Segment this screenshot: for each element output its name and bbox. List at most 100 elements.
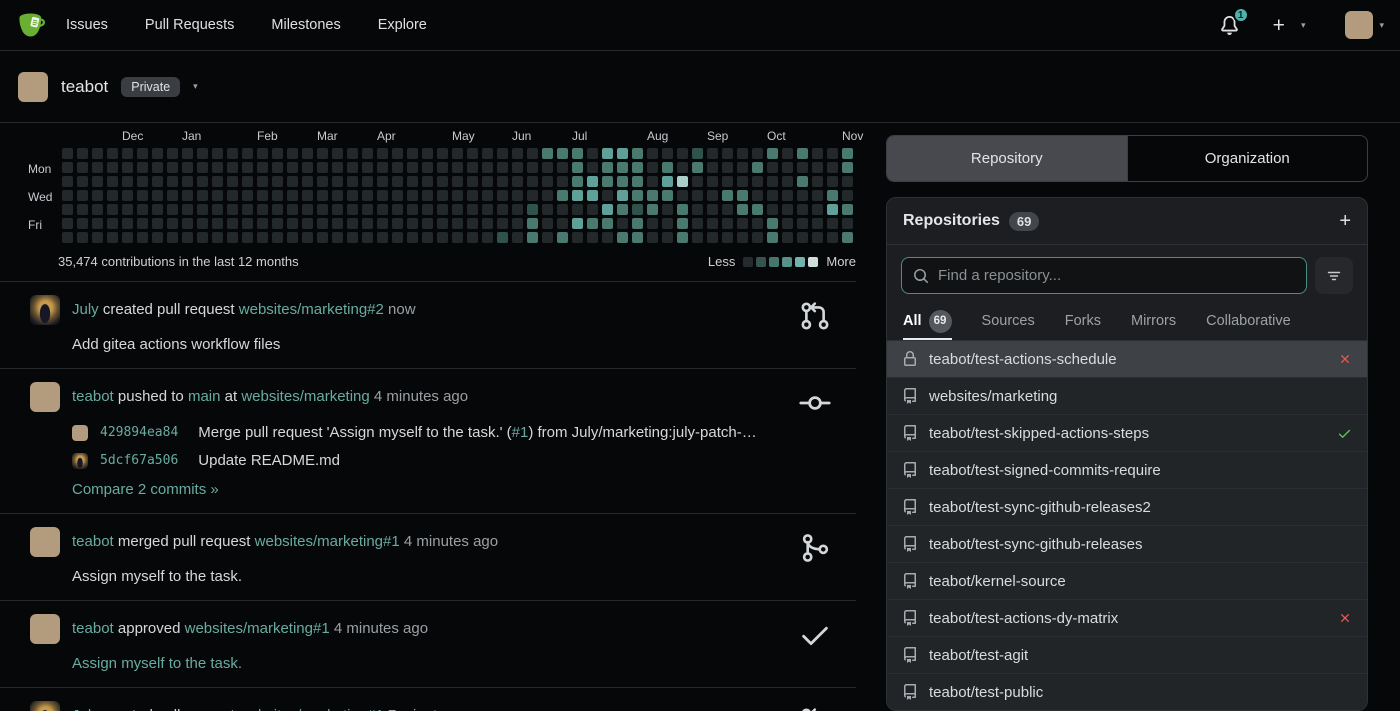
feed-link[interactable]: websites/marketing#1 [185, 620, 330, 637]
feed-link[interactable]: teabot [72, 620, 114, 637]
commit-status-success-icon[interactable] [1337, 426, 1352, 441]
heatmap-month-label: Sep [707, 129, 729, 143]
repo-row-teabot-test-actions-dy-matrix[interactable]: teabot/test-actions-dy-matrix [887, 599, 1367, 636]
repo-search-box [901, 257, 1307, 294]
repo-tab-label: Collaborative [1206, 313, 1291, 329]
repo-icon [902, 610, 918, 626]
heatmap-cell [392, 218, 403, 229]
heatmap-cell [302, 204, 313, 215]
feed-link[interactable]: teabot [72, 533, 114, 550]
commit-sha-link[interactable]: 5dcf67a506 [100, 453, 178, 468]
notification-count-badge: 1 [1232, 7, 1249, 23]
repo-row-websites-marketing[interactable]: websites/marketing [887, 377, 1367, 414]
notifications-button[interactable]: 1 [1217, 7, 1249, 38]
feed-title: teabot approved websites/marketing#1 4 m… [72, 619, 428, 639]
repo-tab-sources[interactable]: Sources [982, 304, 1035, 340]
heatmap-cell [137, 218, 148, 229]
view-tab-repository[interactable]: Repository [887, 136, 1127, 181]
repo-row-teabot-test-signed-commits-require[interactable]: teabot/test-signed-commits-require [887, 451, 1367, 488]
feed-link[interactable]: July [72, 301, 99, 318]
repo-row-teabot-kernel-source[interactable]: teabot/kernel-source [887, 562, 1367, 599]
repo-tab-collaborative[interactable]: Collaborative [1206, 304, 1291, 340]
add-repository-button[interactable]: + [1339, 211, 1351, 231]
heatmap-cell [797, 232, 808, 243]
heatmap-cell [122, 204, 133, 215]
user-menu-caret-icon[interactable]: ▾ [1379, 20, 1384, 30]
create-new-caret-icon[interactable]: ▾ [1301, 20, 1306, 30]
commit-message: Merge pull request 'Assign myself to the… [198, 424, 756, 441]
repo-row-teabot-test-actions-schedule[interactable]: teabot/test-actions-schedule [887, 340, 1367, 377]
heatmap-cell [587, 232, 598, 243]
commit-sha-link[interactable]: 429894ea84 [100, 425, 178, 440]
july-avatar[interactable] [72, 452, 88, 469]
heatmap-cell [212, 232, 223, 243]
repo-row-teabot-test-sync-github-releases2[interactable]: teabot/test-sync-github-releases2 [887, 488, 1367, 525]
teabot-avatar[interactable] [30, 527, 60, 557]
heatmap-month-label: Jan [182, 129, 202, 143]
feed-link[interactable]: #1 [512, 424, 529, 441]
heatmap-cell [677, 218, 688, 229]
feed-link[interactable]: websites/marketing#1 [239, 707, 384, 711]
heatmap-cell [692, 232, 703, 243]
user-avatar[interactable] [1345, 11, 1374, 39]
repo-tab-all[interactable]: All 69 [903, 304, 952, 340]
feed-link[interactable]: websites/marketing#1 [255, 533, 400, 550]
feed-link[interactable]: websites/marketing [241, 388, 369, 405]
view-tab-organization[interactable]: Organization [1126, 136, 1368, 181]
teabot-avatar[interactable] [30, 614, 60, 644]
teabot-avatar[interactable] [72, 424, 88, 441]
heatmap-cell [362, 176, 373, 187]
repositories-count-badge: 69 [1008, 211, 1040, 231]
repo-row-teabot-test-public[interactable]: teabot/test-public [887, 673, 1367, 710]
navbar-link-milestones[interactable]: Milestones [271, 17, 340, 33]
feed-timestamp: now [383, 300, 416, 318]
repo-tab-mirrors[interactable]: Mirrors [1131, 304, 1176, 340]
heatmap-cell [332, 218, 343, 229]
heatmap-cell [77, 232, 88, 243]
activity-column: Dec Jan Feb Mar Apr May Jun Jul Aug Sep Oct Nov Mon… [0, 123, 886, 711]
heatmap-cell [122, 190, 133, 201]
git-commit-icon [798, 386, 832, 420]
heatmap-cell [242, 218, 253, 229]
feed-link[interactable]: main [188, 388, 221, 405]
repo-search-input[interactable] [938, 267, 1295, 284]
legend-swatch [756, 256, 767, 267]
navbar-link-pull-requests[interactable]: Pull Requests [145, 17, 234, 33]
feed-text: ) from July/marketing:july-patch-… [528, 424, 757, 441]
heatmap-cell [692, 204, 703, 215]
commit-status-failure-icon[interactable] [1338, 352, 1352, 366]
july-avatar[interactable] [30, 295, 60, 325]
july-avatar[interactable] [30, 701, 60, 711]
heatmap-cell [692, 148, 703, 159]
org-avatar[interactable] [18, 71, 48, 102]
feed-body[interactable]: Assign myself to the task. [72, 655, 786, 672]
heatmap-cell [767, 148, 778, 159]
heatmap-cell [617, 204, 628, 215]
compare-commits-link[interactable]: Compare 2 commits » [72, 481, 219, 498]
heatmap-cell [122, 218, 133, 229]
feed-link[interactable]: websites/marketing#2 [239, 301, 384, 318]
feed-link[interactable]: July [72, 707, 99, 711]
create-new-button[interactable]: + [1271, 15, 1287, 36]
heatmap-cell [257, 176, 268, 187]
feed-timestamp: 4 minutes ago [369, 387, 469, 405]
heatmap-cell [842, 232, 853, 243]
repo-row-teabot-test-sync-github-releases[interactable]: teabot/test-sync-github-releases [887, 525, 1367, 562]
org-dropdown-caret-icon[interactable]: ▾ [193, 82, 198, 91]
right-panel: Repository Organization Repositories 69 +… [886, 123, 1368, 711]
repo-filter-button[interactable] [1315, 257, 1353, 294]
legend-swatch [743, 256, 754, 267]
heatmap-cell [797, 176, 808, 187]
navbar-link-issues[interactable]: Issues [66, 17, 108, 33]
repo-row-teabot-test-skipped-actions-steps[interactable]: teabot/test-skipped-actions-steps [887, 414, 1367, 451]
heatmap-cell [827, 190, 838, 201]
repo-tab-label: Forks [1064, 313, 1101, 329]
commit-status-failure-icon[interactable] [1338, 611, 1352, 625]
org-header: teabot Private ▾ [0, 51, 1400, 123]
gitea-cup-logo[interactable] [14, 8, 48, 42]
repo-row-teabot-test-agit[interactable]: teabot/test-agit [887, 636, 1367, 673]
teabot-avatar[interactable] [30, 382, 60, 412]
navbar-link-explore[interactable]: Explore [378, 17, 427, 33]
repo-tab-forks[interactable]: Forks [1065, 304, 1101, 340]
feed-link[interactable]: teabot [72, 388, 114, 405]
